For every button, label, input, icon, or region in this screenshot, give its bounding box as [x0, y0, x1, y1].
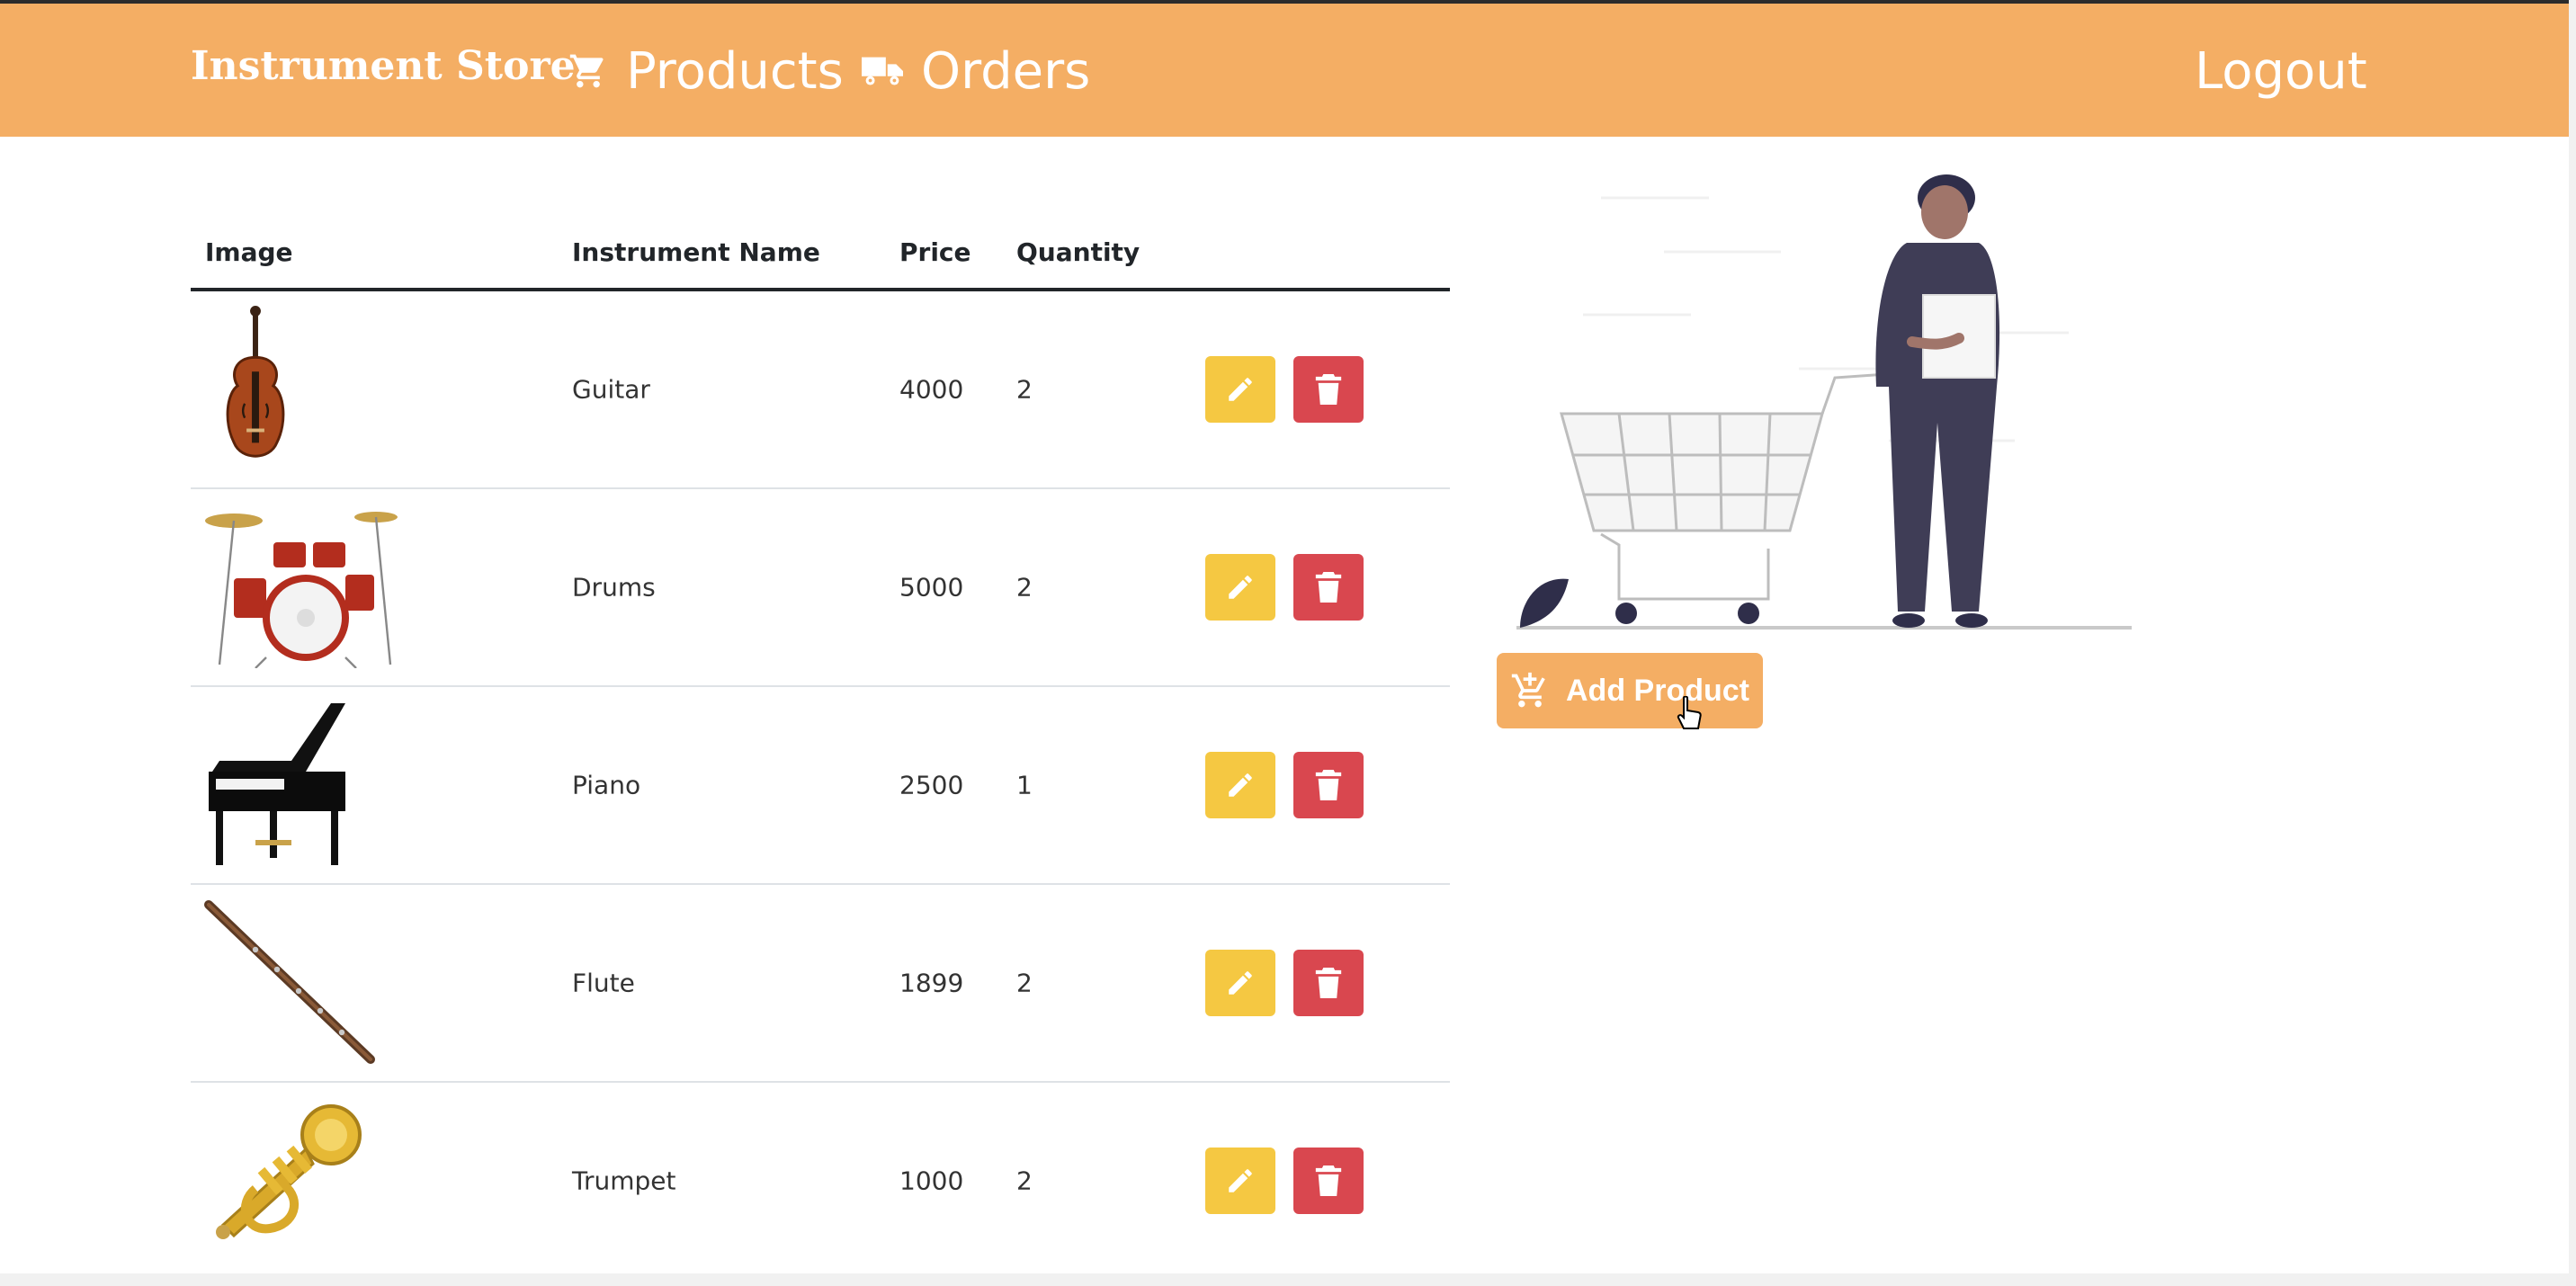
product-name: Drums — [572, 572, 656, 603]
product-quantity: 2 — [1016, 1165, 1033, 1196]
table-row: Drums 5000 2 — [191, 489, 1450, 687]
product-image-flute — [201, 895, 417, 1071]
product-name: Flute — [572, 968, 635, 998]
pencil-icon — [1229, 1169, 1252, 1192]
product-quantity: 2 — [1016, 374, 1033, 405]
product-price: 2500 — [899, 770, 964, 800]
table-row: Flute 1899 2 — [191, 885, 1450, 1083]
trash-icon — [1315, 968, 1342, 998]
table-row: Piano 2500 1 — [191, 687, 1450, 885]
window-scrollbar-edge — [2569, 0, 2576, 1286]
edit-button[interactable] — [1205, 356, 1275, 423]
table-row: Guitar 4000 2 — [191, 291, 1450, 489]
shopping-cart-illustration — [1516, 174, 2132, 630]
product-name: Guitar — [572, 374, 650, 405]
product-name: Trumpet — [572, 1165, 676, 1196]
logout-link[interactable]: Logout — [2195, 40, 2367, 103]
header-instrument-name: Instrument Name — [572, 237, 820, 267]
edit-button[interactable] — [1205, 554, 1275, 621]
product-image-trumpet — [201, 1093, 417, 1269]
brand-logo[interactable]: Instrument Store — [191, 43, 576, 89]
navbar: Instrument Store Products Orders Logout — [0, 4, 2569, 137]
header-image: Image — [205, 237, 293, 267]
delete-button[interactable] — [1293, 554, 1364, 621]
pencil-icon — [1229, 971, 1252, 995]
product-price: 1899 — [899, 968, 964, 998]
pointer-cursor-icon — [1677, 696, 1702, 729]
product-image-drums — [201, 499, 417, 675]
product-image-piano — [201, 697, 417, 873]
trash-icon — [1315, 572, 1342, 603]
add-to-cart-icon — [1511, 672, 1545, 708]
delete-button[interactable] — [1293, 1148, 1364, 1214]
delete-button[interactable] — [1293, 752, 1364, 818]
product-price: 1000 — [899, 1165, 964, 1196]
product-price: 4000 — [899, 374, 964, 405]
product-quantity: 2 — [1016, 968, 1033, 998]
edit-button[interactable] — [1205, 752, 1275, 818]
nav-products-link[interactable]: Products — [568, 40, 844, 103]
header-price: Price — [899, 237, 971, 267]
cart-icon — [569, 54, 604, 88]
nav-orders-label: Orders — [921, 41, 1091, 101]
nav-products-label: Products — [626, 41, 844, 101]
product-quantity: 2 — [1016, 572, 1033, 603]
edit-button[interactable] — [1205, 1148, 1275, 1214]
delete-button[interactable] — [1293, 950, 1364, 1016]
product-image-violin — [201, 301, 417, 478]
trash-icon — [1315, 770, 1342, 800]
product-name: Piano — [572, 770, 641, 800]
add-product-button[interactable]: Add Product — [1497, 653, 1763, 728]
product-price: 5000 — [899, 572, 964, 603]
products-table: Image Instrument Name Price Quantity Gui… — [191, 225, 1450, 1281]
window-bottom-edge — [0, 1273, 2576, 1286]
pencil-icon — [1229, 378, 1252, 401]
nav-orders-link[interactable]: Orders — [862, 40, 1090, 103]
add-product-label: Add Product — [1566, 673, 1749, 708]
header-quantity: Quantity — [1016, 237, 1140, 267]
trash-icon — [1315, 374, 1342, 405]
delete-button[interactable] — [1293, 356, 1364, 423]
table-header: Image Instrument Name Price Quantity — [191, 225, 1450, 291]
edit-button[interactable] — [1205, 950, 1275, 1016]
pencil-icon — [1229, 773, 1252, 797]
trash-icon — [1315, 1165, 1342, 1196]
table-row: Trumpet 1000 2 — [191, 1083, 1450, 1281]
pencil-icon — [1229, 576, 1252, 599]
product-quantity: 1 — [1016, 770, 1033, 800]
truck-icon — [862, 57, 903, 85]
